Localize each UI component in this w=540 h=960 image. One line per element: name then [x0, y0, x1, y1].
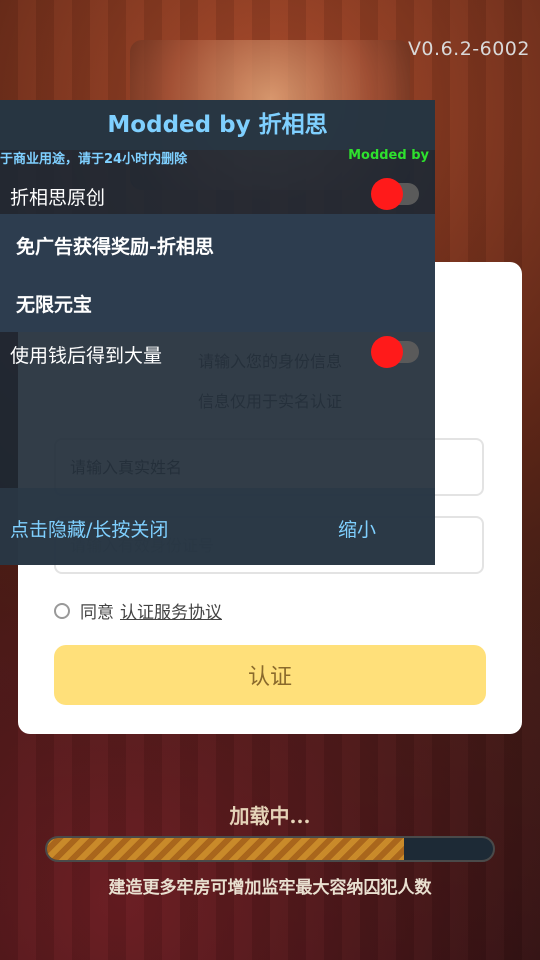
mod-menu-tag: Modded by — [348, 148, 429, 163]
version-label: V0.6.2-6002 — [407, 38, 530, 60]
no-ads-reward-button[interactable]: 免广告获得奖励-折相思 — [16, 232, 214, 259]
unlimited-ingot-button[interactable]: 无限元宝 — [16, 290, 92, 317]
toggle-row-money[interactable]: 使用钱后得到大量 — [0, 336, 435, 372]
mod-menu-title[interactable]: Modded by 折相思 — [0, 100, 435, 150]
agreement-row[interactable]: 同意 认证服务协议 — [54, 598, 222, 623]
hide-close-button[interactable]: 点击隐藏/长按关闭 — [10, 515, 168, 542]
toggle-knob — [371, 178, 403, 210]
toggle-switch[interactable] — [371, 178, 419, 210]
minimize-button[interactable]: 缩小 — [338, 515, 376, 542]
loading-progress-fill — [47, 838, 404, 860]
toggle-label: 使用钱后得到大量 — [10, 345, 163, 367]
loading-text: 加载中... — [229, 804, 311, 828]
mod-menu-subtitle: 于商业用途，请于24小时内删除 — [0, 152, 188, 167]
toggle-knob — [371, 336, 403, 368]
agree-radio[interactable] — [54, 602, 70, 619]
toggle-row-original[interactable]: 折相思原创 — [0, 174, 435, 214]
mod-menu-panel: Modded by 折相思 于商业用途，请于24小时内删除 Modded by … — [0, 100, 435, 565]
mod-button-group: 免广告获得奖励-折相思 无限元宝 — [0, 214, 435, 332]
toggle-switch[interactable] — [371, 336, 419, 368]
loading-tip: 建造更多牢房可增加监牢最大容纳囚犯人数 — [108, 878, 432, 898]
toggle-label: 折相思原创 — [10, 187, 106, 209]
agree-text: 同意 — [80, 603, 114, 623]
mod-menu-footer: 点击隐藏/长按关闭 缩小 — [0, 488, 435, 565]
loading-progress-bar — [45, 836, 495, 862]
agreement-link[interactable]: 认证服务协议 — [120, 598, 222, 623]
auth-button[interactable]: 认证 — [54, 645, 486, 705]
